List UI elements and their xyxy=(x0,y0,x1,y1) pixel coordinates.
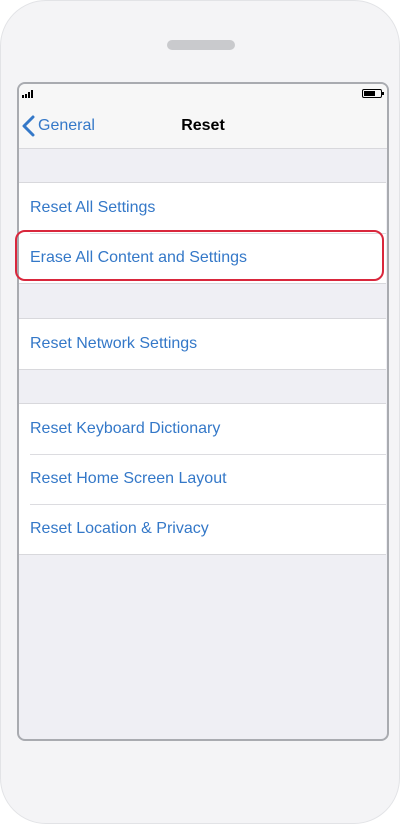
reset-keyboard-dictionary-button[interactable]: Reset Keyboard Dictionary xyxy=(19,404,386,454)
reset-all-settings-button[interactable]: Reset All Settings xyxy=(19,183,386,233)
screen: General Reset Reset All Settings Erase A… xyxy=(17,82,389,741)
settings-group-network: Reset Network Settings xyxy=(19,318,386,370)
chevron-left-icon xyxy=(22,115,35,137)
speaker-grille xyxy=(167,40,235,50)
cellular-signal-icon xyxy=(22,90,33,98)
reset-home-screen-layout-button[interactable]: Reset Home Screen Layout xyxy=(19,454,386,504)
battery-icon xyxy=(362,89,384,98)
back-button[interactable]: General xyxy=(22,104,95,148)
back-button-label: General xyxy=(38,117,95,134)
reset-location-privacy-button[interactable]: Reset Location & Privacy xyxy=(19,504,386,554)
settings-group-reset-general: Reset All Settings Erase All Content and… xyxy=(19,182,386,284)
phone-frame: General Reset Reset All Settings Erase A… xyxy=(0,0,400,824)
navigation-bar: General Reset xyxy=(19,104,387,149)
reset-network-settings-button[interactable]: Reset Network Settings xyxy=(19,319,386,369)
status-bar xyxy=(19,84,387,104)
settings-group-other: Reset Keyboard Dictionary Reset Home Scr… xyxy=(19,403,386,555)
erase-all-content-button[interactable]: Erase All Content and Settings xyxy=(19,233,386,283)
